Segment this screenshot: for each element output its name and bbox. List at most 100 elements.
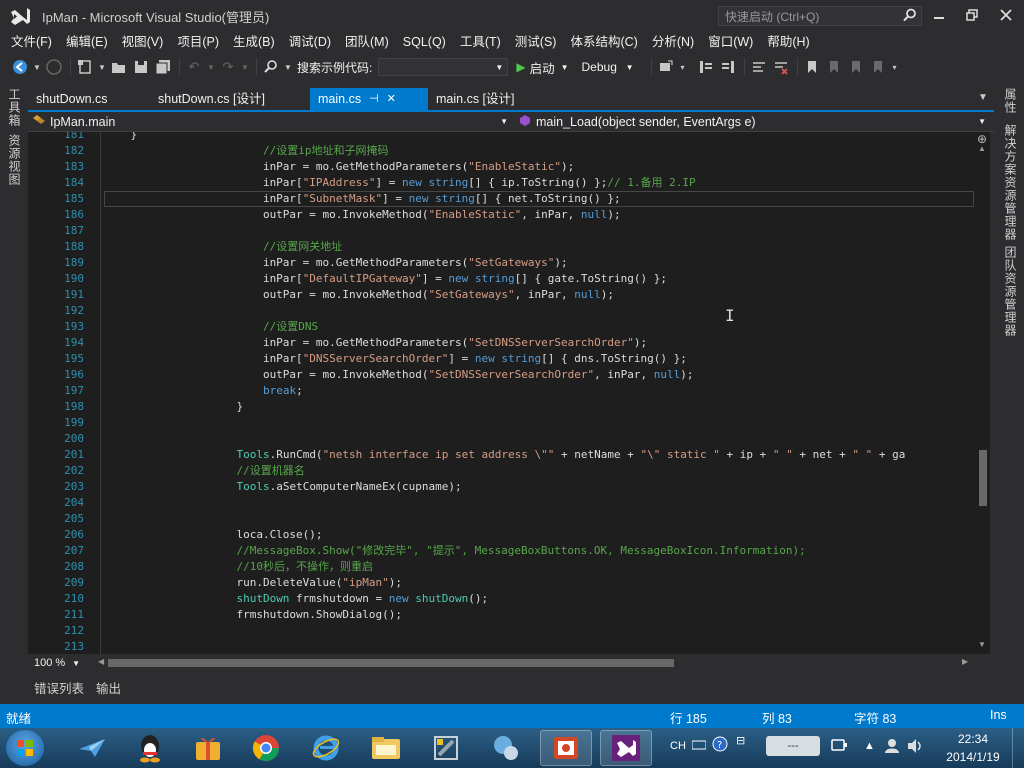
quick-launch-input[interactable]: 快速启动 (Ctrl+Q) — [718, 6, 922, 26]
code-line[interactable]: loca.Close(); — [104, 527, 322, 543]
comment-icon[interactable] — [749, 57, 769, 77]
menu-architecture[interactable]: 体系结构(C) — [563, 32, 644, 52]
member-dropdown[interactable]: main_Load(object sender, EventArgs e) ▼ — [514, 113, 990, 131]
tab-main-design[interactable]: main.cs [设计] — [428, 88, 568, 110]
attach-process-icon[interactable] — [656, 57, 676, 77]
menu-tools[interactable]: 工具(T) — [453, 32, 508, 52]
keyboard-icon[interactable] — [691, 740, 707, 753]
code-line[interactable]: inPar = mo.GetMethodParameters("EnableSt… — [104, 159, 574, 175]
code-line[interactable]: Tools.RunCmd("netsh interface ip set add… — [104, 447, 905, 463]
search-samples-input[interactable]: ▼ — [378, 58, 509, 76]
code-line[interactable]: //10秒后，不操作，则重启 — [104, 559, 373, 575]
show-desktop-button[interactable] — [1012, 728, 1024, 768]
resource-view-tab[interactable]: 资源视图 — [6, 134, 23, 186]
menu-sql[interactable]: SQL(Q) — [396, 32, 453, 52]
undo-dropdown-icon[interactable]: ▼ — [206, 57, 216, 77]
taskbar-network-app-icon[interactable] — [480, 730, 532, 766]
open-file-icon[interactable] — [109, 57, 129, 77]
tab-error-list[interactable]: 错误列表 — [28, 678, 90, 697]
search-icon[interactable] — [896, 4, 924, 26]
navigate-forward-icon[interactable] — [44, 57, 64, 77]
taskbar-ie-icon[interactable] — [300, 730, 352, 766]
user-tray-icon[interactable] — [884, 738, 900, 757]
taskbar-bird-app-icon[interactable] — [66, 730, 118, 766]
restore-icon[interactable] — [958, 4, 986, 26]
windows-start-button[interactable] — [6, 730, 44, 766]
tab-main-cs[interactable]: main.cs ⊣ ✕ — [310, 88, 428, 110]
code-line[interactable]: frmshutdown.ShowDialog(); — [104, 607, 402, 623]
code-editor[interactable]: 181 182 183 184 185 186 187 188 189 190 191 192 193 1… — [28, 132, 990, 654]
scroll-right-icon[interactable]: ▶ — [962, 657, 968, 666]
tab-overflow-icon[interactable]: ▼ — [978, 92, 988, 103]
tab-shutdown-cs[interactable]: shutDown.cs — [28, 88, 150, 110]
code-line[interactable]: outPar = mo.InvokeMethod("EnableStatic",… — [104, 207, 621, 223]
indent-icon[interactable] — [696, 57, 716, 77]
tab-shutdown-design[interactable]: shutDown.cs [设计] — [150, 88, 310, 110]
bookmark-icon[interactable] — [802, 57, 822, 77]
solution-config-dropdown[interactable]: Debug ▼ — [577, 58, 639, 76]
toolbar-overflow-icon[interactable]: ▾ — [678, 57, 688, 77]
menu-debug[interactable]: 调试(D) — [282, 32, 338, 52]
code-line[interactable]: inPar = mo.GetMethodParameters("SetDNSSe… — [104, 335, 647, 351]
code-line[interactable]: //设置DNS — [104, 319, 318, 335]
zoom-dropdown[interactable]: 100 % ▼ — [28, 657, 84, 669]
class-dropdown[interactable]: IpMan.main ▼ — [28, 113, 512, 131]
find-icon[interactable] — [261, 57, 281, 77]
menu-test[interactable]: 测试(S) — [508, 32, 564, 52]
taskbar-qq-icon[interactable] — [124, 730, 176, 766]
undo-icon[interactable]: ↶ — [184, 57, 204, 77]
code-line[interactable]: //MessageBox.Show("修改完毕", "提示", MessageB… — [104, 543, 805, 559]
code-line[interactable]: run.DeleteValue("ipMan"); — [104, 575, 402, 591]
next-bookmark-icon[interactable] — [846, 57, 866, 77]
clock-date[interactable]: 2014/1/19 — [942, 750, 1004, 764]
save-all-icon[interactable] — [153, 57, 173, 77]
scroll-left-icon[interactable]: ◀ — [98, 657, 104, 666]
code-line[interactable]: break; — [104, 383, 303, 399]
code-line[interactable]: //设置网关地址 — [104, 239, 342, 255]
team-explorer-tab[interactable]: 团队资源管理器 — [1002, 246, 1019, 337]
find-dropdown-icon[interactable]: ▼ — [283, 57, 293, 77]
code-line[interactable]: inPar["IPAddress"] = new string[] { ip.T… — [104, 175, 696, 191]
taskbar-chrome-icon[interactable] — [240, 730, 292, 766]
vertical-scroll-thumb[interactable] — [979, 450, 987, 506]
tab-output[interactable]: 输出 — [90, 678, 127, 697]
save-icon[interactable] — [131, 57, 151, 77]
menu-file[interactable]: 文件(F) — [4, 32, 59, 52]
code-line[interactable]: //设置机器名 — [104, 463, 304, 479]
code-line[interactable]: } — [104, 399, 243, 415]
toolbox-tab[interactable]: 工具箱 — [6, 88, 23, 127]
menu-view[interactable]: 视图(V) — [115, 32, 171, 52]
vertical-scrollbar[interactable]: ⊕ ▲ ▼ — [976, 132, 990, 654]
horizontal-scroll-thumb[interactable] — [108, 659, 674, 667]
properties-tab[interactable]: 属性 — [1002, 88, 1019, 114]
network-speed-widget[interactable]: --- — [766, 736, 820, 756]
code-line[interactable]: Tools.aSetComputerNameEx(cupname); — [104, 479, 461, 495]
menu-build[interactable]: 生成(B) — [226, 32, 282, 52]
taskbar-powerpoint-icon[interactable] — [540, 730, 592, 766]
code-line[interactable]: inPar["SubnetMask"] = new string[] { net… — [104, 191, 621, 207]
solution-explorer-tab[interactable]: 解决方案资源管理器 — [1002, 124, 1019, 241]
pin-icon[interactable]: ⊣ — [369, 88, 379, 110]
redo-icon[interactable]: ↷ — [218, 57, 238, 77]
menu-project[interactable]: 项目(P) — [170, 32, 226, 52]
taskbar-tools-app-icon[interactable] — [420, 730, 472, 766]
menu-help[interactable]: 帮助(H) — [760, 32, 816, 52]
taskbar-gift-app-icon[interactable] — [182, 730, 234, 766]
code-line[interactable]: //设置ip地址和子网掩码 — [104, 143, 389, 159]
prev-bookmark-icon[interactable] — [824, 57, 844, 77]
menu-edit[interactable]: 编辑(E) — [59, 32, 115, 52]
clock-time[interactable]: 22:34 — [948, 732, 998, 746]
code-line[interactable]: outPar = mo.InvokeMethod("SetDNSServerSe… — [104, 367, 694, 383]
code-line[interactable]: inPar = mo.GetMethodParameters("SetGatew… — [104, 255, 568, 271]
horizontal-scrollbar[interactable]: ◀ ▶ — [98, 657, 970, 669]
new-project-icon[interactable] — [75, 57, 95, 77]
redo-dropdown-icon[interactable]: ▼ — [240, 57, 250, 77]
outdent-icon[interactable] — [718, 57, 738, 77]
ime-settings-icon[interactable]: ⊟ — [736, 734, 745, 747]
scroll-down-icon[interactable]: ▼ — [978, 640, 986, 649]
power-icon[interactable] — [830, 738, 848, 755]
toolbar-overflow-icon[interactable]: ▾ — [890, 57, 900, 77]
code-line[interactable]: shutDown frmshutdown = new shutDown(); — [104, 591, 488, 607]
help-icon[interactable]: ? — [712, 736, 728, 755]
minimize-icon[interactable] — [925, 4, 953, 26]
